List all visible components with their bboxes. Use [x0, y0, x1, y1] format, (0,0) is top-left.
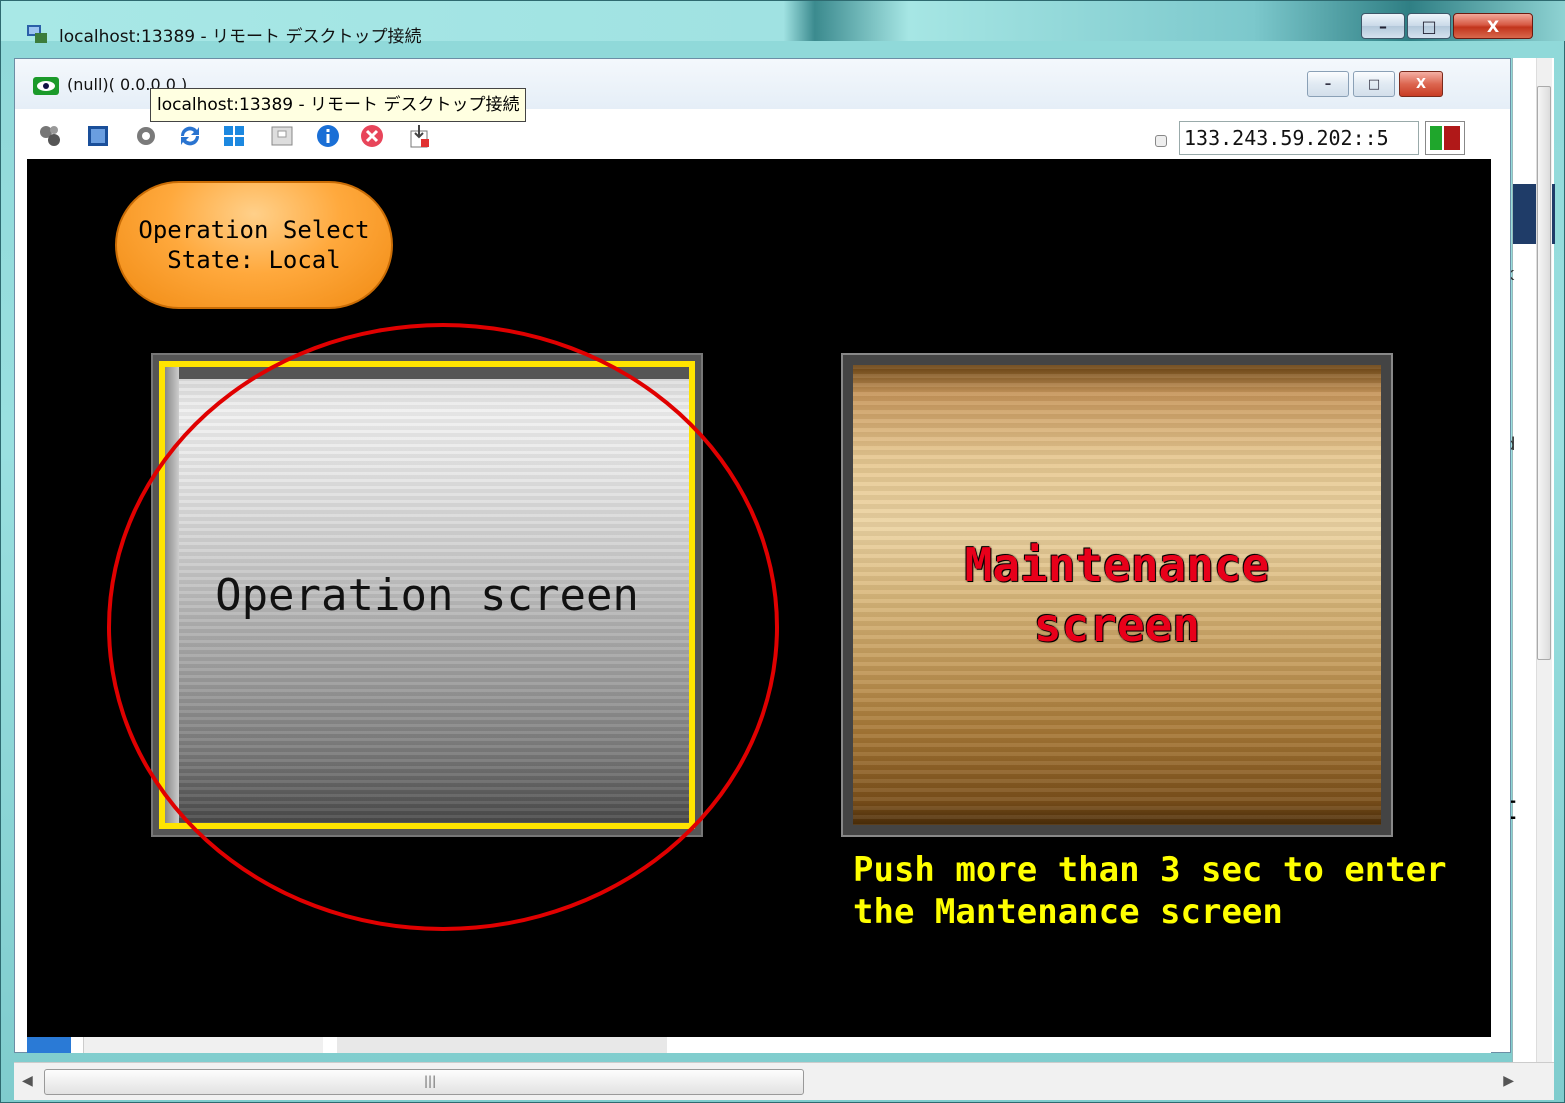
scroll-right-icon[interactable]: ▶	[1503, 1073, 1514, 1089]
close-icon: X	[1486, 16, 1500, 36]
horizontal-scrollbar[interactable]: ◀ ||| ▶	[14, 1062, 1554, 1100]
settings-icon[interactable]	[133, 123, 159, 149]
viewer-minimize-button[interactable]: –	[1307, 71, 1349, 97]
grip-icon: |||	[424, 1074, 437, 1088]
outer-title-bar[interactable]: localhost:13389 - リモート デスクトップ接続 – □ X	[1, 1, 1565, 47]
connect-icon[interactable]	[37, 123, 63, 149]
refresh-icon[interactable]	[177, 123, 203, 149]
hint-line: the Mantenance screen	[853, 892, 1283, 932]
remote-screen[interactable]: Operation Select State: Local Operation …	[27, 159, 1491, 1037]
state-label: State: Local	[167, 246, 341, 274]
minimize-icon: –	[1379, 16, 1387, 36]
scroll-left-icon[interactable]: ◀	[22, 1073, 33, 1089]
connection-status-icon	[1425, 121, 1465, 155]
maximize-icon: □	[1421, 16, 1437, 36]
maintenance-screen-button[interactable]: Maintenance screen	[853, 365, 1381, 825]
button-bevel	[165, 367, 689, 379]
minimize-icon: –	[1324, 76, 1332, 92]
operation-screen-label: Operation screen	[215, 569, 639, 621]
hint-line: Push more than 3 sec to enter	[853, 850, 1447, 890]
viewer-maximize-button[interactable]: □	[1353, 71, 1395, 97]
address-indicator	[1155, 135, 1167, 147]
vnc-viewer-window: (null)( 0.0.0.0 ) – □ X 133.243.59.202::…	[14, 58, 1511, 1053]
remote-taskbar-strip	[27, 1037, 1491, 1053]
taskbar-item[interactable]	[27, 1037, 71, 1053]
send-keys-icon[interactable]	[269, 123, 295, 149]
maintenance-hint: Push more than 3 sec to enter the Manten…	[853, 849, 1447, 933]
close-button[interactable]: X	[1453, 13, 1533, 39]
taskbar-item[interactable]	[83, 1037, 323, 1053]
host-address-field[interactable]: 133.243.59.202::5	[1179, 121, 1419, 155]
operation-screen-button[interactable]: Operation screen	[159, 361, 695, 829]
taskbar-item[interactable]	[337, 1037, 667, 1053]
maintenance-label: Maintenance	[964, 538, 1270, 592]
operation-select-label: Operation Select	[138, 216, 370, 244]
vertical-scrollbar-thumb[interactable]	[1537, 86, 1551, 660]
outer-window-title: localhost:13389 - リモート デスクトップ接続	[59, 27, 422, 47]
info-icon[interactable]	[315, 123, 341, 149]
fullscreen-icon[interactable]	[85, 123, 111, 149]
title-tooltip: localhost:13389 - リモート デスクトップ接続	[150, 88, 527, 122]
windows-start-icon[interactable]	[221, 123, 247, 149]
disconnect-icon[interactable]	[359, 123, 385, 149]
button-bevel	[165, 367, 179, 823]
maximize-button[interactable]: □	[1407, 13, 1451, 39]
status-red	[1444, 126, 1460, 150]
operation-select-badge[interactable]: Operation Select State: Local	[115, 181, 393, 309]
eye-icon	[33, 77, 59, 95]
background-application: ak IC ed st	[1485, 58, 1555, 1062]
close-icon: X	[1415, 76, 1427, 92]
maximize-icon: □	[1367, 76, 1381, 92]
remote-desktop-icon	[27, 25, 47, 43]
minimize-button[interactable]: –	[1361, 13, 1405, 39]
operation-screen-frame: Operation screen	[151, 353, 703, 837]
maintenance-label: screen	[1033, 598, 1201, 652]
status-green	[1430, 126, 1442, 150]
viewer-close-button[interactable]: X	[1399, 71, 1443, 97]
transfer-file-icon[interactable]	[407, 123, 433, 149]
maintenance-screen-frame: Maintenance screen	[841, 353, 1393, 837]
horizontal-scrollbar-thumb[interactable]: |||	[44, 1069, 804, 1095]
